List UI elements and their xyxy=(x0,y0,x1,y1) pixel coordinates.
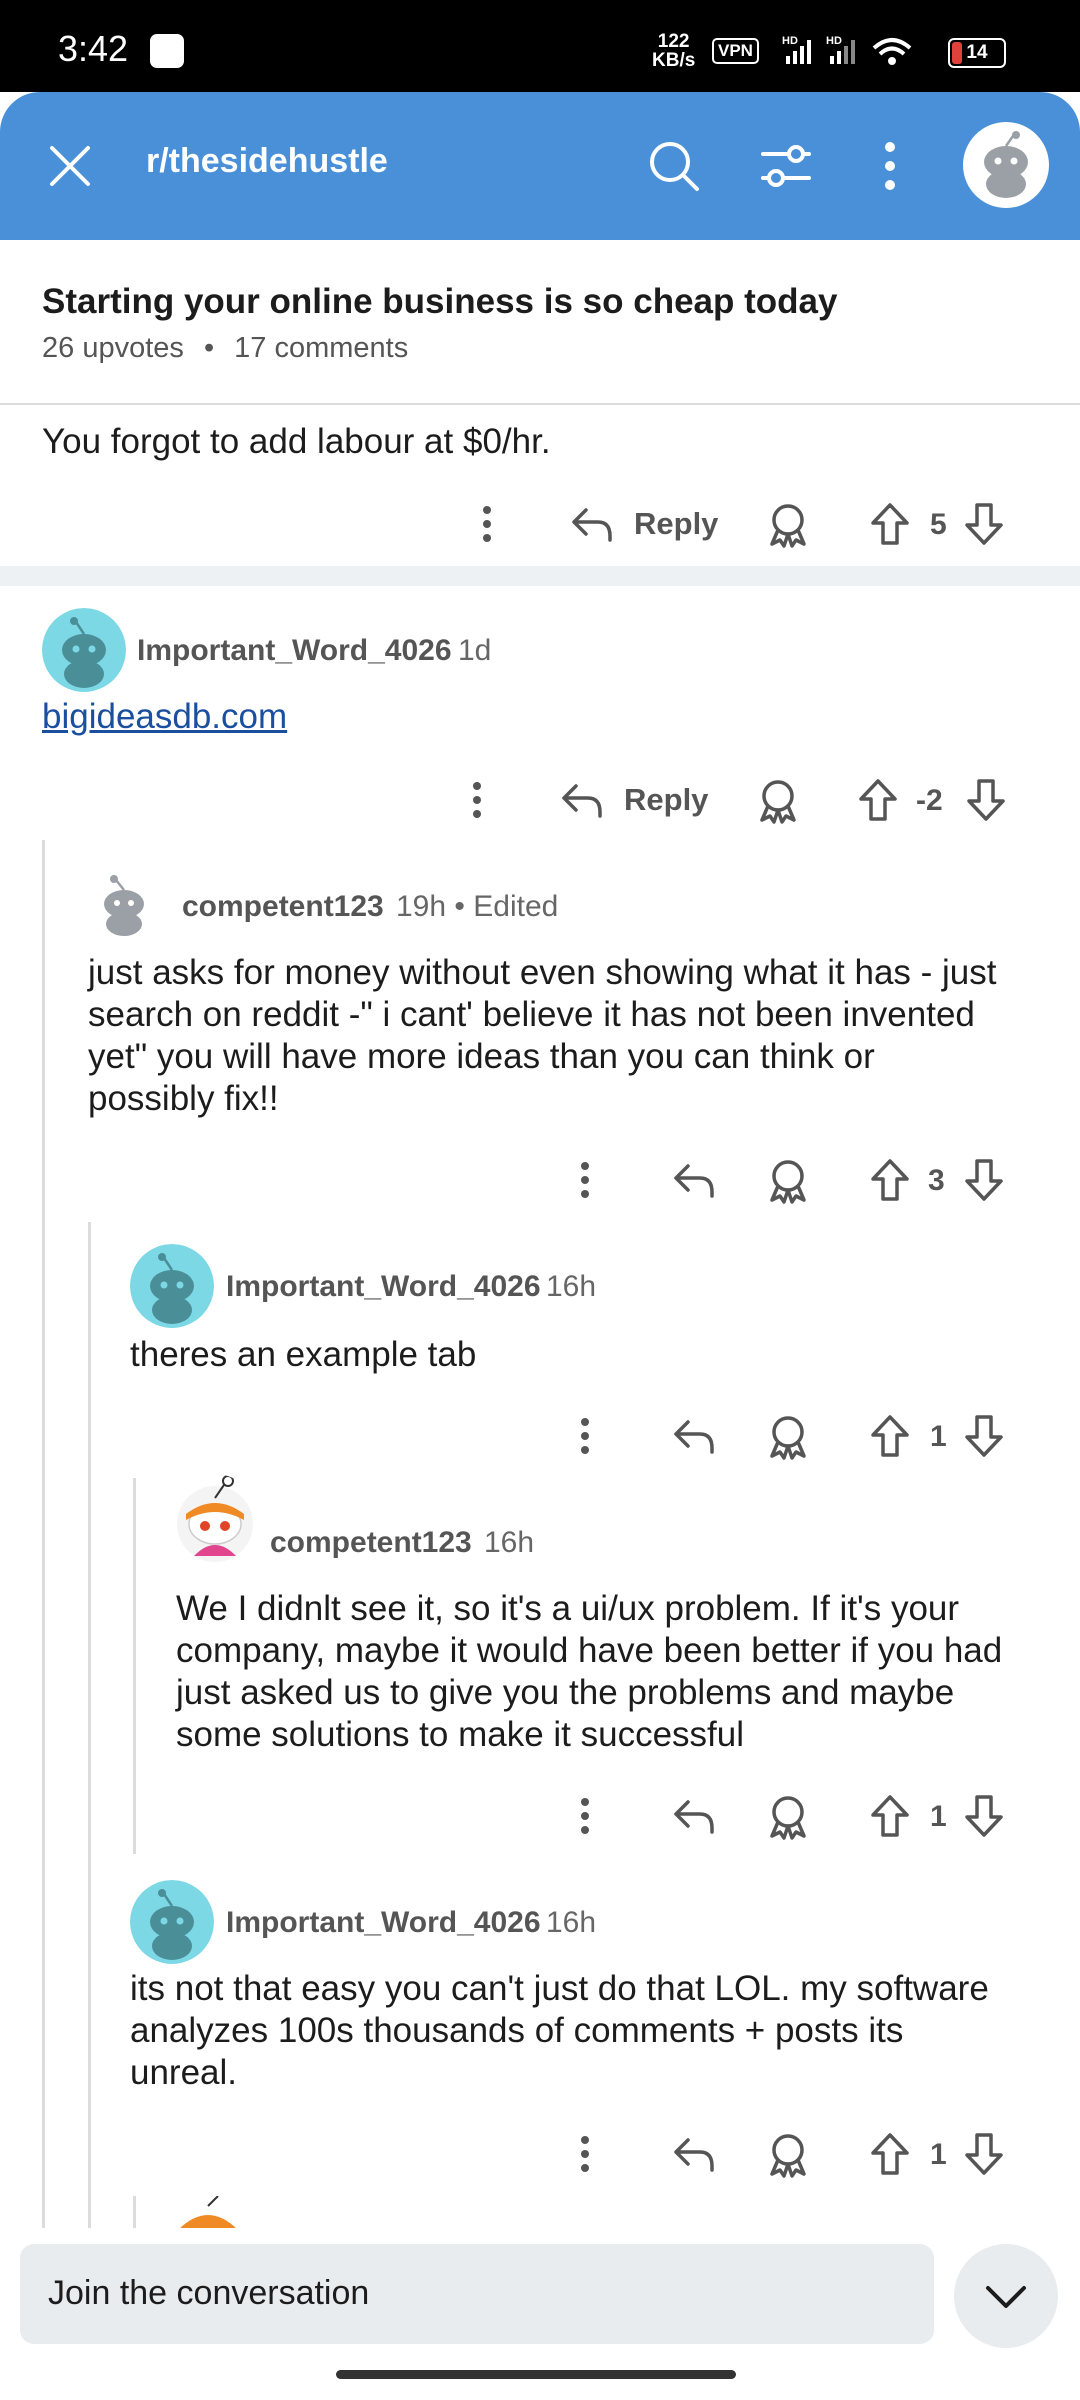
expand-button[interactable] xyxy=(954,2244,1058,2348)
comment-actions: Reply 5 xyxy=(470,496,1030,552)
more-vertical-icon[interactable] xyxy=(578,2134,592,2174)
upvote-icon[interactable] xyxy=(870,1794,910,1838)
comment-actions: 1 xyxy=(470,1408,1030,1464)
reply-icon[interactable] xyxy=(560,782,604,820)
reply-icon[interactable] xyxy=(672,1162,716,1200)
comment-actions: 1 xyxy=(470,2126,1030,2182)
close-icon[interactable] xyxy=(48,144,92,188)
svg-text:HD: HD xyxy=(782,35,798,47)
net-speed: 122 KB/s xyxy=(652,31,696,71)
status-bar: 3:42 122 KB/s VPN HD HD 14 xyxy=(0,0,1080,92)
avatar xyxy=(178,2196,238,2230)
award-icon[interactable] xyxy=(766,1158,810,1204)
more-vertical-icon[interactable] xyxy=(470,780,484,820)
reply-button[interactable]: Reply xyxy=(624,782,708,818)
comment-age: 19h • Edited xyxy=(396,890,559,923)
more-vertical-icon[interactable] xyxy=(578,1416,592,1456)
post-meta: 26 upvotes • 17 comments xyxy=(42,332,409,364)
downvote-icon[interactable] xyxy=(964,2132,1004,2176)
comment-separator xyxy=(0,566,1080,586)
reply-button[interactable]: Reply xyxy=(634,506,718,542)
score: -2 xyxy=(916,784,943,817)
comment-actions: 1 xyxy=(470,1788,1030,1844)
upvote-icon[interactable] xyxy=(870,1158,910,1202)
reply-icon[interactable] xyxy=(672,1798,716,1836)
divider xyxy=(0,403,1080,405)
subreddit-title[interactable]: r/thesidehustle xyxy=(146,142,388,181)
reply-icon[interactable] xyxy=(672,1418,716,1456)
thread-line xyxy=(88,1222,91,2240)
downvote-icon[interactable] xyxy=(964,1158,1004,1202)
award-icon[interactable] xyxy=(766,502,810,548)
comment-text: its not that easy you can't just do that… xyxy=(130,1969,989,2092)
score: 1 xyxy=(930,1420,947,1453)
app-notification-icon xyxy=(150,34,184,68)
score: 1 xyxy=(930,1800,947,1833)
upvote-icon[interactable] xyxy=(870,2132,910,2176)
award-icon[interactable] xyxy=(766,1414,810,1460)
thread-line xyxy=(133,1478,136,1854)
downvote-icon[interactable] xyxy=(964,502,1004,546)
upvote-icon[interactable] xyxy=(870,502,910,546)
home-indicator[interactable] xyxy=(336,2370,736,2379)
reply-icon[interactable] xyxy=(570,506,614,544)
score: 5 xyxy=(930,508,947,541)
avatar xyxy=(130,1880,214,1964)
username[interactable]: Important_Word_4026 xyxy=(137,634,452,668)
downvote-icon[interactable] xyxy=(964,1794,1004,1838)
upvote-count: 26 upvotes xyxy=(42,332,184,364)
reply-icon[interactable] xyxy=(672,2136,716,2174)
score: 3 xyxy=(928,1164,945,1197)
top-app-bar: r/thesidehustle xyxy=(0,92,1080,240)
comment-text: We I didnlt see it, so it's a ui/ux prob… xyxy=(176,1589,1003,1754)
username[interactable]: Important_Word_4026 xyxy=(226,1270,541,1304)
comment-actions: Reply -2 xyxy=(460,772,1020,828)
award-icon[interactable] xyxy=(756,778,800,824)
comment-age: 16h xyxy=(484,1526,535,1559)
comment-age: 16h xyxy=(546,1906,597,1939)
comment-count: 17 comments xyxy=(234,332,409,364)
vpn-badge: VPN xyxy=(712,38,759,64)
edited-label: • Edited xyxy=(454,890,559,923)
comment-text: just asks for money without even showing… xyxy=(88,953,997,1118)
filter-icon[interactable] xyxy=(760,142,812,190)
award-icon[interactable] xyxy=(766,2132,810,2178)
avatar[interactable] xyxy=(963,122,1049,208)
comment-age: 16h xyxy=(546,1270,597,1303)
more-vertical-icon[interactable] xyxy=(578,1160,592,1200)
downvote-icon[interactable] xyxy=(964,1414,1004,1458)
comment-age: 1d xyxy=(458,634,492,667)
comment-link[interactable]: bigideasdb.com xyxy=(42,696,287,738)
comment-text: theres an example tab xyxy=(130,1335,477,1374)
upvote-icon[interactable] xyxy=(858,778,898,822)
username[interactable]: competent123 xyxy=(182,890,384,924)
comment-input[interactable]: Join the conversation xyxy=(20,2244,934,2344)
downvote-icon[interactable] xyxy=(966,778,1006,822)
more-vertical-icon[interactable] xyxy=(578,1796,592,1836)
upvote-icon[interactable] xyxy=(870,1414,910,1458)
avatar xyxy=(42,608,126,692)
post-title: Starting your online business is so chea… xyxy=(42,282,838,321)
signal-icon: HD HD xyxy=(782,35,912,65)
thread-line xyxy=(42,840,45,2240)
comment-actions: 3 xyxy=(470,1152,1030,1208)
search-icon[interactable] xyxy=(648,140,700,192)
username[interactable]: competent123 xyxy=(270,1526,472,1560)
username[interactable]: Important_Word_4026 xyxy=(226,1906,541,1940)
award-icon[interactable] xyxy=(766,1794,810,1840)
svg-text:HD: HD xyxy=(826,35,842,47)
more-vertical-icon[interactable] xyxy=(880,140,900,192)
comment-text: You forgot to add labour at $0/hr. xyxy=(42,422,551,461)
battery-indicator: 14 xyxy=(948,38,1006,68)
avatar xyxy=(104,875,144,936)
avatar xyxy=(177,1475,253,1562)
score: 1 xyxy=(930,2138,947,2171)
more-vertical-icon[interactable] xyxy=(480,504,494,544)
status-time: 3:42 xyxy=(58,28,129,69)
chevron-down-icon xyxy=(986,2286,1026,2308)
avatar xyxy=(130,1244,214,1328)
